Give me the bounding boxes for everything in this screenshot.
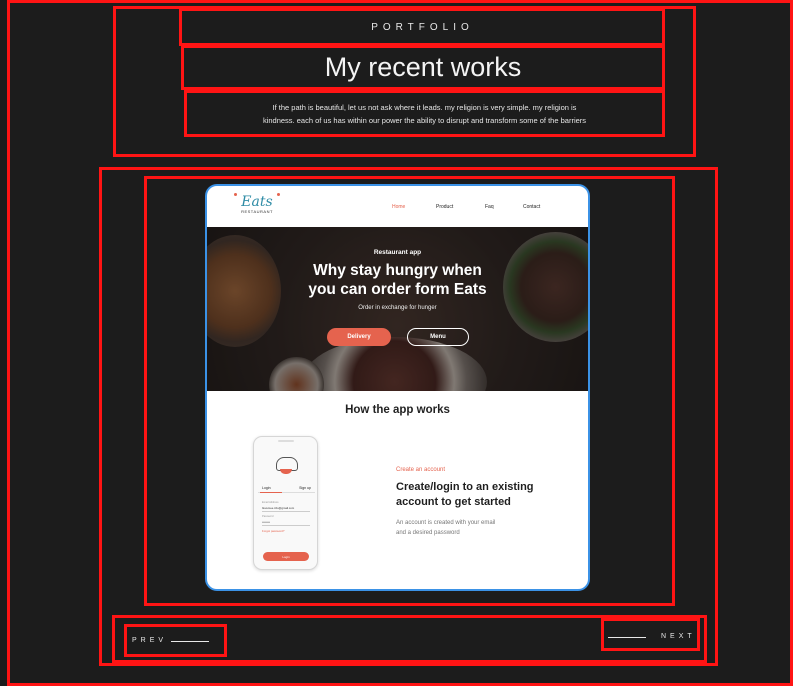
- password-label: Password: [262, 515, 274, 518]
- hero-subtitle: Order in exchange for hunger: [358, 305, 437, 311]
- step-eyebrow: Create an account: [396, 467, 446, 473]
- section-title: My recent works: [324, 52, 522, 82]
- tab-signup[interactable]: Sign up: [299, 486, 311, 490]
- project-navbar: Eats RESTAURANT Home Product Faq Contact: [207, 186, 588, 227]
- nav-item-home[interactable]: Home: [392, 204, 436, 210]
- phone-notch: [278, 440, 294, 442]
- hero-title: Why stay hungry when you can order form …: [207, 261, 588, 299]
- menu-button[interactable]: Menu: [407, 328, 469, 346]
- step-description: An account is created with your email an…: [396, 519, 531, 538]
- tab-login[interactable]: Login: [262, 486, 271, 490]
- nav-item-contact[interactable]: Contact: [523, 204, 540, 210]
- nav-item-product[interactable]: Product: [436, 204, 485, 210]
- step-desc-line: and a desired password: [396, 529, 460, 536]
- phone-mockup: Login Sign up Email Address Ilovemee.inf…: [253, 436, 318, 570]
- project-screenshot[interactable]: Eats RESTAURANT Home Product Faq Contact…: [205, 184, 590, 591]
- logo-subtitle: RESTAURANT: [241, 209, 273, 214]
- prev-line: [171, 641, 209, 642]
- delivery-button[interactable]: Delivery: [327, 328, 391, 346]
- description-line: kindness. each of us has within our powe…: [262, 115, 587, 125]
- section-eyebrow: PORTFOLIO: [371, 22, 474, 33]
- hero-title-line: Why stay hungry when: [313, 262, 482, 279]
- active-tab-indicator: [260, 492, 282, 493]
- phone-tabs: Login Sign up: [262, 486, 311, 490]
- forgot-password-link[interactable]: Forgot password?: [262, 529, 284, 533]
- hero-title-line: you can order form Eats: [308, 281, 487, 298]
- project-logo: Eats RESTAURANT: [232, 195, 282, 214]
- section-description: If the path is beautiful, let us not ask…: [185, 91, 664, 136]
- email-field[interactable]: Ilovemee.info@gmail.com: [262, 506, 294, 510]
- hero-eyebrow: Restaurant app: [373, 249, 422, 256]
- chef-bowl-icon: [280, 469, 292, 474]
- field-underline: [262, 511, 310, 512]
- step-desc-line: An account is created with your email: [396, 520, 496, 526]
- next-button[interactable]: NEXT: [661, 633, 696, 640]
- phone-login-button[interactable]: Login: [263, 552, 309, 561]
- step-title: Create/login to an existing account to g…: [396, 480, 566, 510]
- nav-item-faq[interactable]: Faq: [485, 204, 523, 210]
- description-line: If the path is beautiful, let us not ask…: [272, 102, 577, 112]
- email-label: Email Address: [262, 501, 279, 504]
- logo-dot-icon: [277, 193, 280, 196]
- logo-wordmark: Eats: [241, 194, 273, 210]
- step-title-line: Create/login to an existing: [396, 481, 534, 493]
- prev-button[interactable]: PREV: [132, 637, 167, 644]
- project-nav-links: Home Product Faq Contact: [392, 204, 540, 210]
- how-it-works-title: How the app works: [345, 404, 450, 416]
- step-title-line: account to get started: [396, 496, 511, 508]
- field-underline: [262, 525, 310, 526]
- password-field[interactable]: ••••••••: [262, 520, 270, 524]
- next-line: [608, 637, 646, 638]
- project-hero: Restaurant app Why stay hungry when you …: [207, 227, 588, 391]
